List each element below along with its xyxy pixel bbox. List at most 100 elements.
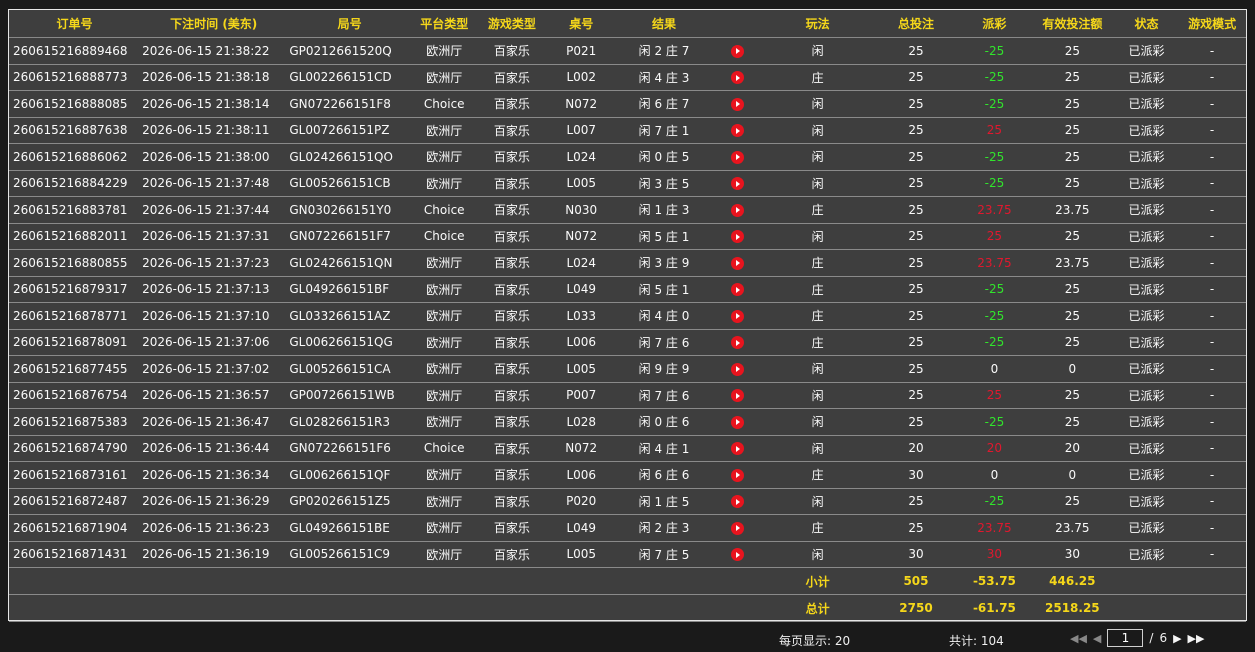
replay-play-icon[interactable] bbox=[731, 309, 745, 323]
replay-play-icon[interactable] bbox=[731, 362, 745, 376]
table-row: 260615216871431 2026-06-15 21:36:19 GL0052… bbox=[9, 541, 1246, 568]
game-mode: - bbox=[1178, 196, 1246, 224]
replay bbox=[712, 249, 763, 277]
round-id: GL002266151CD bbox=[287, 64, 412, 91]
replay-play-icon[interactable] bbox=[731, 230, 745, 244]
replay bbox=[712, 223, 763, 250]
replay-play-icon[interactable] bbox=[731, 97, 745, 111]
table-row: 260615216877455 2026-06-15 21:37:02 GL0052… bbox=[9, 355, 1246, 383]
game-type: 百家乐 bbox=[476, 541, 548, 568]
round-id: GL005266151CB bbox=[287, 170, 412, 197]
order-id: 260615216879317 bbox=[9, 276, 141, 303]
replay bbox=[712, 90, 763, 118]
total-bet: 25 bbox=[873, 223, 959, 250]
result: 闲 2 庄 3 bbox=[615, 514, 713, 542]
table-id: P020 bbox=[547, 488, 616, 515]
total-bet: 25 bbox=[873, 276, 959, 303]
payout: -25 bbox=[958, 408, 1030, 436]
result: 闲 4 庄 0 bbox=[615, 302, 713, 330]
page-number-input[interactable] bbox=[1107, 629, 1144, 647]
valid-bet: 25 bbox=[1029, 143, 1115, 171]
replay-play-icon[interactable] bbox=[731, 548, 745, 562]
prev-page-icon[interactable]: ◀ bbox=[1093, 632, 1101, 645]
table-id: N030 bbox=[547, 196, 616, 224]
page-navigation: ◀◀ ◀ / 6 ▶ ▶▶ bbox=[1070, 629, 1204, 647]
result: 闲 1 庄 5 bbox=[615, 488, 713, 515]
bet-type: 庄 bbox=[762, 302, 873, 330]
replay-play-icon[interactable] bbox=[731, 177, 745, 191]
table-row: 260615216878091 2026-06-15 21:37:06 GL0062… bbox=[9, 329, 1246, 356]
replay bbox=[712, 276, 763, 303]
platform-type: 欧洲厅 bbox=[412, 276, 477, 303]
game-type: 百家乐 bbox=[476, 302, 548, 330]
replay-play-icon[interactable] bbox=[731, 150, 745, 164]
replay-play-icon[interactable] bbox=[731, 124, 745, 138]
result: 闲 9 庄 9 bbox=[615, 355, 713, 383]
bet-type: 闲 bbox=[762, 143, 873, 171]
first-page-icon[interactable]: ◀◀ bbox=[1070, 632, 1087, 645]
total-bet: 25 bbox=[873, 196, 959, 224]
game-type: 百家乐 bbox=[476, 382, 548, 409]
replay-play-icon[interactable] bbox=[731, 283, 745, 297]
game-type: 百家乐 bbox=[476, 223, 548, 250]
table-id: N072 bbox=[547, 90, 616, 118]
status: 已派彩 bbox=[1114, 223, 1179, 250]
table-row: 260615216889468 2026-06-15 21:38:22 GP0212… bbox=[9, 37, 1246, 65]
total-bet: 25 bbox=[873, 382, 959, 409]
status: 已派彩 bbox=[1114, 435, 1179, 462]
status: 已派彩 bbox=[1114, 541, 1179, 568]
status: 已派彩 bbox=[1114, 37, 1179, 65]
replay-play-icon[interactable] bbox=[731, 71, 745, 85]
result: 闲 0 庄 5 bbox=[615, 143, 713, 171]
order-id: 260615216883781 bbox=[9, 196, 141, 224]
bet-time: 2026-06-15 21:38:11 bbox=[140, 117, 288, 144]
page-separator: / bbox=[1149, 631, 1154, 645]
order-id: 260615216888085 bbox=[9, 90, 141, 118]
game-mode: - bbox=[1178, 249, 1246, 277]
game-mode: - bbox=[1178, 514, 1246, 542]
replay bbox=[712, 117, 763, 144]
table-row: 260615216883781 2026-06-15 21:37:44 GN0302… bbox=[9, 196, 1246, 224]
payout: 23.75 bbox=[958, 514, 1030, 542]
replay-play-icon[interactable] bbox=[731, 495, 745, 509]
next-page-icon[interactable]: ▶ bbox=[1173, 632, 1181, 645]
order-id: 260615216874790 bbox=[9, 435, 141, 462]
replay-play-icon[interactable] bbox=[731, 203, 745, 217]
replay-play-icon[interactable] bbox=[731, 336, 745, 350]
replay-play-icon[interactable] bbox=[731, 521, 745, 535]
game-mode: - bbox=[1178, 170, 1246, 197]
total-bet: 25 bbox=[873, 302, 959, 330]
replay-play-icon[interactable] bbox=[731, 389, 745, 403]
col-bet-type: 玩法 bbox=[762, 10, 873, 38]
replay-play-icon[interactable] bbox=[731, 468, 745, 482]
table-row: 260615216886062 2026-06-15 21:38:00 GL0242… bbox=[9, 143, 1246, 171]
game-mode: - bbox=[1178, 408, 1246, 436]
replay bbox=[712, 64, 763, 91]
replay-play-icon[interactable] bbox=[731, 256, 745, 270]
order-id: 260615216877455 bbox=[9, 355, 141, 383]
table-id: L002 bbox=[547, 64, 616, 91]
game-mode: - bbox=[1178, 461, 1246, 489]
platform-type: 欧洲厅 bbox=[412, 64, 477, 91]
col-order-id: 订单号 bbox=[9, 10, 141, 38]
table-id: L005 bbox=[547, 170, 616, 197]
table-id: L049 bbox=[547, 514, 616, 542]
replay-play-icon[interactable] bbox=[731, 442, 745, 456]
table-id: L006 bbox=[547, 329, 616, 356]
total-bet: 25 bbox=[873, 64, 959, 91]
valid-bet: 25 bbox=[1029, 382, 1115, 409]
total-bet: 25 bbox=[873, 143, 959, 171]
bet-type: 庄 bbox=[762, 64, 873, 91]
valid-bet: 25 bbox=[1029, 302, 1115, 330]
table-row: 260615216871904 2026-06-15 21:36:23 GL0492… bbox=[9, 514, 1246, 542]
last-page-icon[interactable]: ▶▶ bbox=[1188, 632, 1205, 645]
col-payout: 派彩 bbox=[958, 10, 1030, 38]
replay-play-icon[interactable] bbox=[731, 415, 745, 429]
bet-records-panel: 订单号 下注时间 (美东) 局号 平台类型 游戏类型 桌号 结果 玩法 总投注 派彩 有效投注额 状态… bbox=[8, 9, 1247, 622]
replay bbox=[712, 37, 763, 65]
round-id: GP007266151WB bbox=[287, 382, 412, 409]
col-bet-time: 下注时间 (美东) bbox=[140, 10, 288, 38]
replay-play-icon[interactable] bbox=[731, 44, 745, 58]
table-body: 260615216889468 2026-06-15 21:38:22 GP0212… bbox=[9, 37, 1246, 568]
status: 已派彩 bbox=[1114, 90, 1179, 118]
